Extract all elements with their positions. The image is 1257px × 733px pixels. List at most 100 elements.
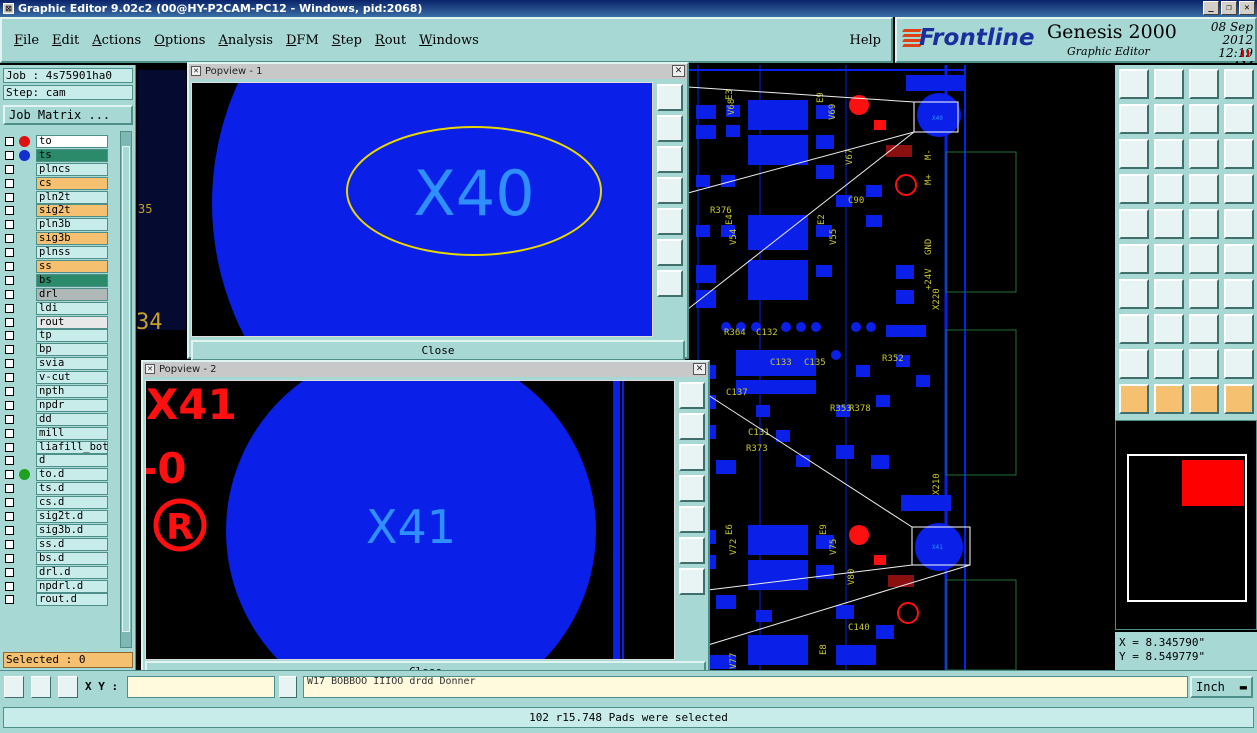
zoom-back-icon[interactable] xyxy=(1189,104,1219,134)
menu-dfm[interactable]: DFM xyxy=(286,33,319,48)
slot-angle-icon[interactable] xyxy=(1119,279,1149,309)
split-line-icon[interactable] xyxy=(1224,244,1254,274)
layer-checkbox[interactable] xyxy=(5,567,14,577)
layer-checkbox[interactable] xyxy=(5,581,14,591)
layer-checkbox[interactable] xyxy=(5,220,14,230)
popview-1-pan-down-icon[interactable] xyxy=(657,146,683,173)
layer-row[interactable]: plncs xyxy=(4,162,110,176)
menu-file[interactable]: File xyxy=(14,33,39,48)
zoom-left-icon[interactable] xyxy=(1119,104,1149,134)
menu-windows[interactable]: Windows xyxy=(419,33,479,48)
layer-name[interactable]: npth xyxy=(36,385,108,399)
layer-checkbox[interactable] xyxy=(5,553,14,563)
snap-settings-icon[interactable] xyxy=(1119,174,1149,204)
layer-row[interactable]: sig3b.d xyxy=(4,523,110,537)
layer-row[interactable]: cs.d xyxy=(4,496,110,510)
layer-checkbox[interactable] xyxy=(5,470,14,480)
popview-2-zoom-out-icon[interactable] xyxy=(679,568,705,595)
zoom-home-icon[interactable] xyxy=(1119,69,1149,99)
command-history-icon[interactable] xyxy=(279,676,297,698)
close-button[interactable]: ✕ xyxy=(1239,1,1255,15)
layer-name[interactable]: pln3b xyxy=(36,218,108,232)
popview-1-close-button[interactable]: Close xyxy=(191,340,685,361)
break-line-icon[interactable] xyxy=(1154,314,1184,344)
restore-button[interactable]: ❐ xyxy=(1221,1,1237,15)
layer-row[interactable]: d xyxy=(4,454,110,468)
line-angle-icon[interactable] xyxy=(1154,279,1184,309)
layer-name[interactable]: rout xyxy=(36,315,108,329)
layer-row[interactable]: bs.d xyxy=(4,551,110,565)
grid-toggle-icon[interactable] xyxy=(1154,174,1184,204)
scrollbar-thumb[interactable] xyxy=(122,146,130,632)
layer-row[interactable]: ts xyxy=(4,148,110,162)
layer-row[interactable]: bp xyxy=(4,343,110,357)
layer-name[interactable]: bs.d xyxy=(36,551,108,565)
layer-row[interactable]: mill xyxy=(4,426,110,440)
layer-row[interactable]: plnss xyxy=(4,246,110,260)
zoom-out-icon[interactable] xyxy=(1154,139,1184,169)
zoom-right-icon[interactable] xyxy=(1154,104,1184,134)
layer-name[interactable]: rout.d xyxy=(36,593,108,607)
arc-orient-icon[interactable] xyxy=(1189,349,1219,379)
layer-name[interactable]: plncs xyxy=(36,162,108,176)
measure-icon[interactable] xyxy=(31,676,51,698)
layer-name[interactable]: cs.d xyxy=(36,496,108,510)
popview-1-pan-left-icon[interactable] xyxy=(657,177,683,204)
layer-row[interactable]: v-cut xyxy=(4,371,110,385)
layer-checkbox[interactable] xyxy=(5,317,14,327)
job-matrix-button[interactable]: Job Matrix ... xyxy=(3,105,133,125)
layer-name[interactable]: to xyxy=(36,135,108,148)
help-query-icon[interactable] xyxy=(1224,139,1254,169)
layer-row[interactable]: drl.d xyxy=(4,565,110,579)
menu-edit[interactable]: Edit xyxy=(52,33,79,48)
layer-row[interactable]: ss.d xyxy=(4,537,110,551)
layer-name[interactable]: npdrl.d xyxy=(36,579,108,593)
layer-checkbox[interactable] xyxy=(5,262,14,272)
zoom-in-icon[interactable] xyxy=(1119,139,1149,169)
layer-name[interactable]: bs xyxy=(36,273,108,287)
layer-name[interactable]: tp xyxy=(36,329,108,343)
grid-icon[interactable] xyxy=(58,676,78,698)
snap-icon[interactable] xyxy=(4,676,24,698)
layer-checkbox[interactable] xyxy=(5,387,14,397)
feature-filter-icon[interactable] xyxy=(1224,279,1254,309)
popview-1-pan-right-icon[interactable] xyxy=(657,208,683,235)
layer-checkbox[interactable] xyxy=(5,206,14,216)
select-touch-icon[interactable] xyxy=(1189,384,1219,414)
layer-name[interactable]: drl xyxy=(36,287,108,301)
select-box-icon[interactable] xyxy=(1154,384,1184,414)
layer-name[interactable]: sig3b.d xyxy=(36,523,108,537)
layer-checkbox[interactable] xyxy=(5,512,14,522)
layer-row[interactable]: liafill_bot xyxy=(4,440,110,454)
select-pointer-icon[interactable] xyxy=(1119,384,1149,414)
layer-checkbox[interactable] xyxy=(5,428,14,438)
layer-row[interactable]: to xyxy=(4,135,110,148)
surface-fill-icon[interactable] xyxy=(1119,349,1149,379)
layer-checkbox[interactable] xyxy=(5,178,14,188)
layer-checkbox[interactable] xyxy=(5,359,14,369)
layer-name[interactable]: npdr xyxy=(36,398,108,412)
menu-actions[interactable]: Actions xyxy=(92,33,141,48)
layer-name[interactable]: ss.d xyxy=(36,537,108,551)
layer-checkbox[interactable] xyxy=(5,595,14,605)
layer-row[interactable]: pln3b xyxy=(4,218,110,232)
layer-checkbox[interactable] xyxy=(5,525,14,535)
layer-name[interactable]: ts xyxy=(36,148,108,162)
layer-row[interactable]: sig2t.d xyxy=(4,510,110,524)
layer-checkbox[interactable] xyxy=(5,456,14,466)
cut-feature-icon[interactable] xyxy=(1119,314,1149,344)
units-select[interactable]: Inch ▬ xyxy=(1190,676,1253,698)
layer-name[interactable]: ldi xyxy=(36,301,108,315)
layer-checkbox[interactable] xyxy=(5,303,14,313)
zoom-sheet-icon[interactable] xyxy=(1189,69,1219,99)
app-icon[interactable]: ⊠ xyxy=(3,3,14,14)
select-polygon-icon[interactable] xyxy=(1224,384,1254,414)
popview-1-titlebar[interactable]: ✕ Popview - 1 ✕ xyxy=(189,64,687,79)
popview-1-menu-icon[interactable]: ✕ xyxy=(191,66,201,76)
layer-name[interactable]: drl.d xyxy=(36,565,108,579)
layer-name[interactable]: sig2t xyxy=(36,204,108,218)
layer-name[interactable]: plnss xyxy=(36,246,108,260)
layer-name[interactable]: bp xyxy=(36,343,108,357)
command-field[interactable]: W17 BOBBOO IIIOO drdd Donner xyxy=(303,676,1188,698)
menu-analysis[interactable]: Analysis xyxy=(218,33,273,48)
